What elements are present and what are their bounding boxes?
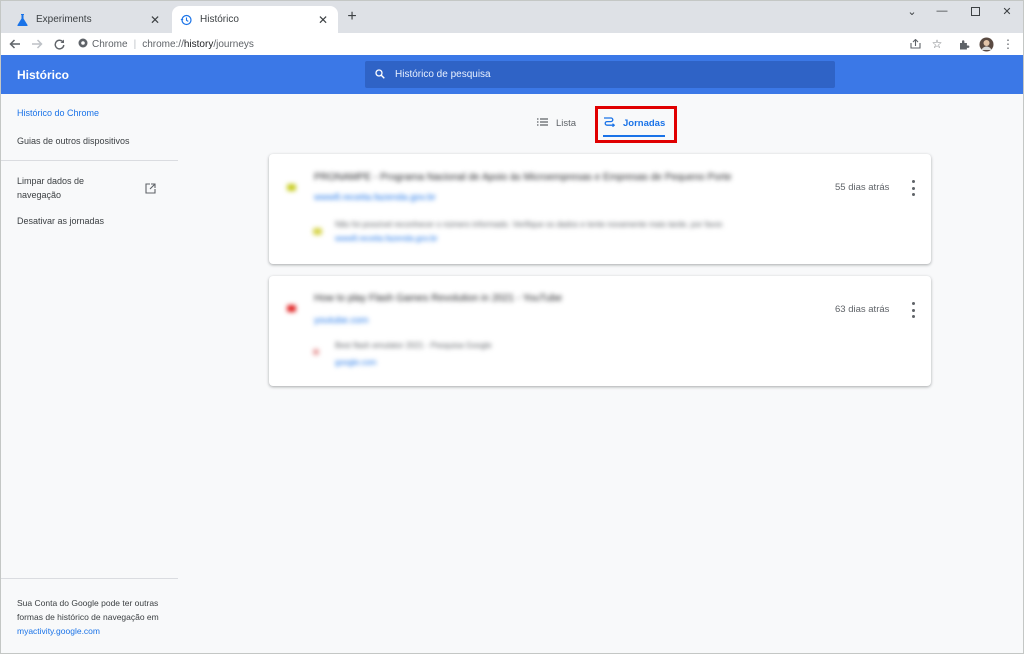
open-in-new-icon[interactable] [145,181,156,199]
history-icon [180,14,192,26]
youtube-icon [287,305,296,312]
separator: | [133,38,137,50]
sidebar: Histórico do Chrome Guias de outros disp… [0,94,178,654]
cluster-title[interactable]: PRONAMPE - Programa Nacional de Apoio às… [314,172,731,183]
sidebar-footer: Sua Conta do Google pode ter outras form… [17,596,172,638]
annotation-highlight-box [595,106,677,143]
tab-title: Experiments [36,14,92,25]
menu-icon[interactable]: ⋮ [997,33,1019,55]
forward-button[interactable] [26,34,48,54]
sidebar-item-other-devices[interactable]: Guias de outros dispositivos [17,136,130,146]
back-button[interactable] [4,34,26,54]
tab-historico[interactable]: Histórico ✕ [172,6,338,33]
journey-card: PRONAMPE - Programa Nacional de Apoio às… [269,154,931,264]
close-window-button[interactable]: ✕ [990,0,1024,22]
sidebar-divider [0,160,178,161]
maximize-button[interactable] [958,0,992,22]
url-prefix: chrome:// [142,38,184,50]
sidebar-divider [0,578,178,579]
new-tab-button[interactable]: + [343,8,361,26]
address-bar[interactable]: Chrome | chrome://history/journeys [78,34,950,54]
site-favicon-icon [287,184,296,191]
minimize-button[interactable]: — [925,0,959,22]
close-tab-icon[interactable]: ✕ [316,13,330,27]
google-icon [313,349,319,355]
list-icon [537,117,548,129]
site-favicon-icon [313,228,322,235]
journey-card: How to play Flash Games Revolution in 20… [269,276,931,386]
avatar[interactable] [975,33,997,55]
reload-button[interactable] [48,34,70,54]
tab-list-label: Lista [556,117,577,129]
page-header: Histórico [0,55,1024,94]
chrome-logo-icon [78,38,88,51]
extensions-icon[interactable] [953,33,975,55]
cluster-time: 63 dias atrás [835,304,890,315]
sidebar-item-clear-data[interactable]: Limpar dados de navegação [17,174,107,202]
cluster-title[interactable]: How to play Flash Games Revolution in 20… [314,293,562,304]
url-host: history [183,38,214,50]
tab-title: Histórico [200,14,239,25]
myactivity-link[interactable]: myactivity.google.com [17,626,100,636]
search-box[interactable] [365,61,835,88]
visit-url[interactable]: www8.receita.fazenda.gov.br [335,234,438,243]
tab-search-icon[interactable]: ⌄ [895,0,929,22]
tab-experiments[interactable]: Experiments ✕ [8,6,170,33]
cluster-url[interactable]: youtube.com [314,315,368,326]
page-title: Histórico [17,68,70,82]
visit-title[interactable]: Não foi possível reconhecer o número inf… [335,220,724,229]
tab-strip: Experiments ✕ Histórico ✕ + ⌄ — ✕ [0,0,1024,33]
close-tab-icon[interactable]: ✕ [148,13,162,27]
flask-icon [16,13,28,26]
url-path: /journeys [213,38,254,50]
footer-text: Sua Conta do Google pode ter outras form… [17,598,159,622]
bookmark-star-icon[interactable]: ☆ [926,33,948,55]
share-icon[interactable] [904,33,926,55]
sidebar-item-chrome-history[interactable]: Histórico do Chrome [17,108,99,118]
visit-url[interactable]: google.com [335,358,376,367]
cluster-time: 55 dias atrás [835,182,890,193]
more-actions-icon[interactable] [908,180,918,196]
sidebar-item-disable-journeys[interactable]: Desativar as jornadas [17,216,104,226]
search-icon [375,66,385,84]
site-label: Chrome [92,38,128,50]
visit-title[interactable]: Best flash emulator 2021 - Pesquisa Goog… [335,341,492,350]
search-input[interactable] [395,69,795,80]
more-actions-icon[interactable] [908,302,918,318]
tab-list[interactable]: Lista [537,111,576,135]
cluster-url[interactable]: www8.receita.fazenda.gov.br [314,192,436,203]
